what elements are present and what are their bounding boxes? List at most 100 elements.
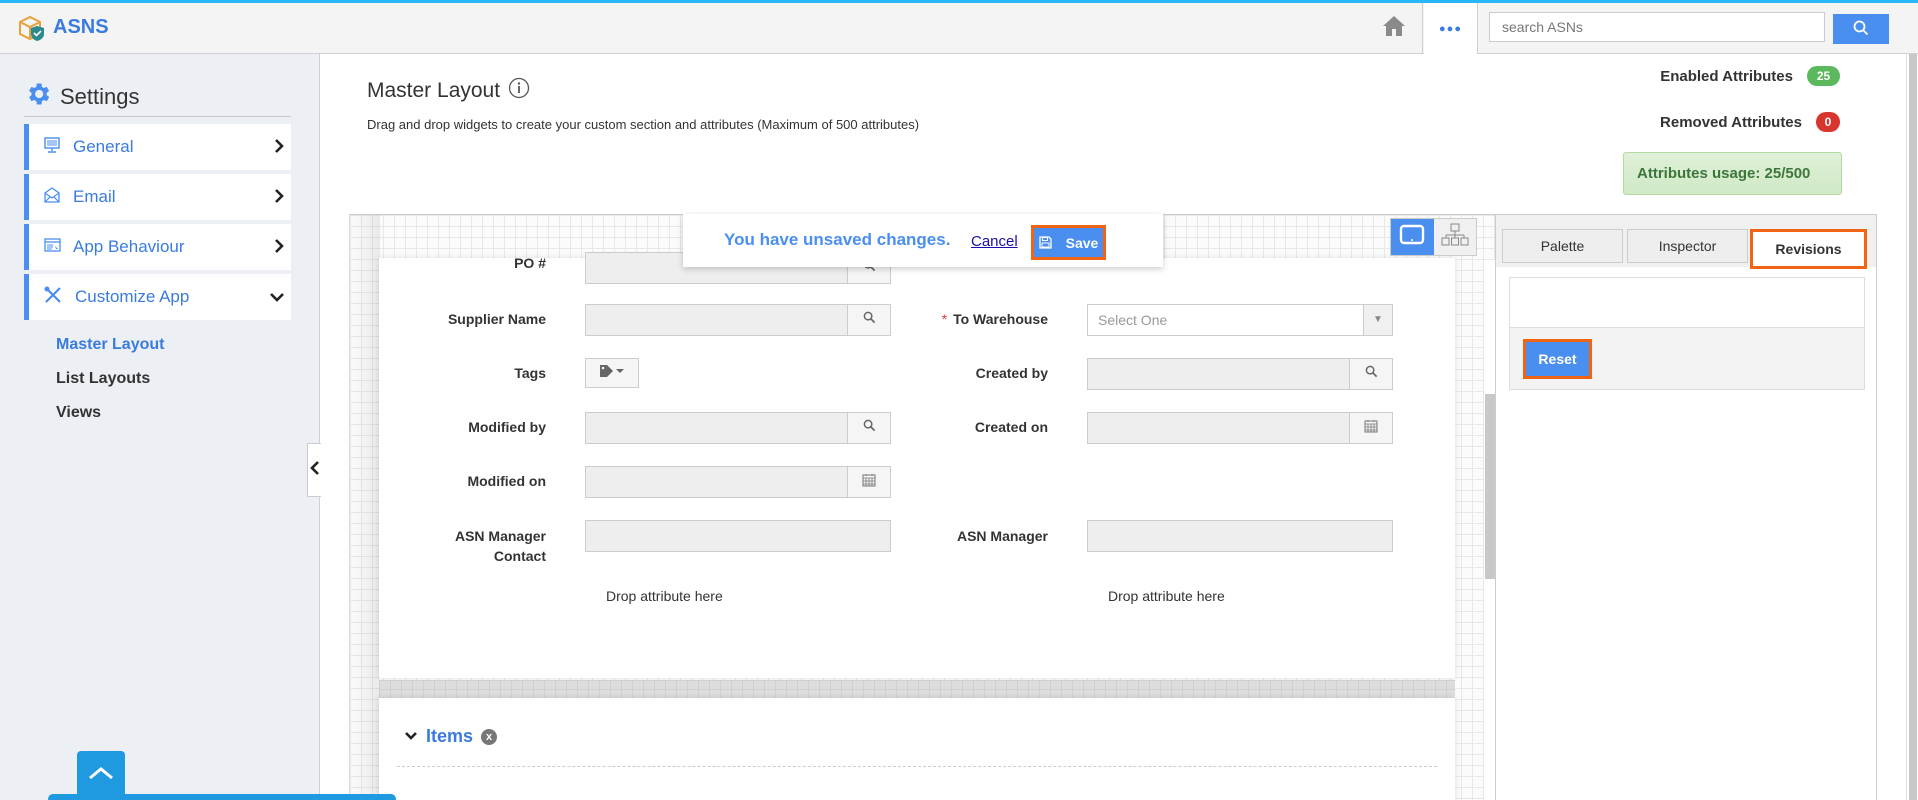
- asn-manager-contact-field[interactable]: [585, 520, 891, 552]
- page-description: Drag and drop widgets to create your cus…: [367, 117, 920, 132]
- field-label-text: To Warehouse: [953, 311, 1048, 327]
- tags-dropdown[interactable]: [585, 358, 639, 388]
- enabled-attributes: Enabled Attributes 25: [1660, 66, 1840, 86]
- removed-attributes[interactable]: Removed Attributes 0: [1660, 112, 1840, 132]
- field-label-supplier-name: Supplier Name: [447, 311, 546, 327]
- app-logo[interactable]: ASNS: [17, 14, 109, 41]
- bottom-toolbar[interactable]: [48, 794, 396, 800]
- sidebar-item-label: Email: [73, 187, 116, 206]
- collapse-sidebar-button[interactable]: [307, 443, 321, 497]
- more-button[interactable]: ●●●: [1424, 3, 1478, 54]
- tab-inspector[interactable]: Inspector: [1627, 229, 1748, 263]
- created-on-field[interactable]: [1087, 412, 1393, 444]
- monitor-icon: [43, 136, 61, 159]
- drop-zone-left[interactable]: Drop attribute here: [606, 588, 723, 604]
- form-section: PO # Supplier Name Tags Modified by Modi…: [379, 252, 1455, 678]
- sidebar: Settings General Email App Behaviour Cus…: [0, 54, 320, 800]
- save-label: Save: [1065, 234, 1099, 251]
- search-icon: [1365, 365, 1378, 383]
- field-label-po: PO #: [514, 255, 546, 271]
- monitor-icon: [1399, 224, 1425, 251]
- sidebar-subitem-master-layout[interactable]: Master Layout: [56, 336, 164, 354]
- lookup-button[interactable]: [1349, 358, 1393, 390]
- panel-tabs: Palette Inspector Revisions: [1496, 215, 1876, 269]
- reset-button[interactable]: Reset: [1523, 339, 1592, 379]
- app-window-icon: [43, 236, 61, 259]
- settings-heading: Settings: [24, 80, 140, 114]
- sidebar-item-label: App Behaviour: [73, 237, 185, 256]
- page-title: Master Layout: [367, 77, 530, 105]
- field-label-to-warehouse: * To Warehouse: [848, 309, 1048, 329]
- asn-manager-field[interactable]: [1087, 520, 1393, 552]
- settings-title: Settings: [60, 84, 140, 109]
- chevron-right-icon: [273, 188, 285, 209]
- tools-icon: [43, 285, 63, 310]
- sidebar-item-general[interactable]: General: [24, 124, 291, 170]
- app-name: ASNS: [53, 15, 109, 38]
- top-bar: ASNS ●●●: [0, 0, 1918, 54]
- chevron-down-icon: [269, 290, 285, 308]
- tab-palette[interactable]: Palette: [1502, 229, 1623, 263]
- chevron-up-icon: [87, 765, 115, 786]
- sidebar-divider: [24, 116, 291, 117]
- field-label-asn-manager: ASN Manager: [956, 528, 1048, 544]
- remove-section-icon[interactable]: x: [481, 728, 498, 745]
- field-label-text: ASN Manager Contact: [454, 528, 546, 564]
- sidebar-item-label: General: [73, 137, 134, 156]
- field-label-modified-by: Modified by: [468, 419, 546, 435]
- unsaved-changes-bar: You have unsaved changes. Cancel Save: [683, 214, 1163, 267]
- search-icon: [1853, 20, 1869, 39]
- info-icon[interactable]: [508, 77, 530, 105]
- search-button[interactable]: [1833, 14, 1889, 44]
- cancel-link[interactable]: Cancel: [971, 233, 1018, 250]
- items-divider: [397, 766, 1437, 767]
- home-button[interactable]: [1365, 3, 1423, 54]
- sidebar-item-email[interactable]: Email: [24, 174, 291, 220]
- supplier-name-field[interactable]: [585, 304, 891, 336]
- hierarchy-view-button[interactable]: [1434, 219, 1477, 255]
- sidebar-item-customize-app[interactable]: Customize App: [24, 274, 291, 320]
- home-icon: [1381, 14, 1407, 43]
- page-scrollbar[interactable]: [1906, 54, 1918, 800]
- canvas-scrollbar[interactable]: [1483, 260, 1496, 800]
- removed-count-badge: 0: [1816, 112, 1840, 132]
- page-scrollbar-thumb[interactable]: [1909, 54, 1917, 800]
- sidebar-item-label: Customize App: [75, 287, 190, 306]
- sidebar-subitem-views[interactable]: Views: [56, 404, 101, 422]
- chevron-down-icon[interactable]: [404, 728, 418, 746]
- modified-on-field[interactable]: [585, 466, 891, 498]
- unsaved-message: You have unsaved changes.: [724, 230, 951, 249]
- to-warehouse-select[interactable]: Select One ▼: [1087, 304, 1393, 336]
- tag-icon: [599, 364, 625, 383]
- field-label-asn-manager-contact: ASN Manager Contact: [346, 526, 546, 566]
- view-toggle: [1390, 218, 1477, 256]
- date-picker-button[interactable]: [847, 466, 891, 498]
- sidebar-item-app-behaviour[interactable]: App Behaviour: [24, 224, 291, 270]
- chevron-right-icon: [273, 238, 285, 259]
- revisions-box: Reset: [1509, 277, 1865, 390]
- sidebar-subitem-list-layouts[interactable]: List Layouts: [56, 370, 150, 388]
- required-marker: *: [941, 311, 948, 327]
- created-by-field[interactable]: [1087, 358, 1393, 390]
- tab-revisions[interactable]: Revisions: [1750, 229, 1867, 269]
- floppy-disk-icon: [1038, 236, 1059, 249]
- items-section-header[interactable]: Items x: [404, 726, 498, 747]
- date-picker-button[interactable]: [1349, 412, 1393, 444]
- desktop-view-button[interactable]: [1391, 219, 1434, 255]
- envelope-icon: [43, 186, 61, 209]
- scroll-to-top-button[interactable]: [77, 751, 125, 800]
- search-input[interactable]: [1489, 12, 1825, 42]
- chevron-right-icon: [273, 138, 285, 159]
- field-label-created-by: Created by: [975, 365, 1048, 381]
- field-label-tags: Tags: [514, 365, 546, 381]
- field-label-modified-on: Modified on: [467, 473, 546, 489]
- package-shield-icon: [17, 14, 47, 41]
- drop-zone-right[interactable]: Drop attribute here: [1108, 588, 1225, 604]
- items-section-title: Items: [426, 726, 474, 746]
- caret-down-icon[interactable]: ▼: [1363, 304, 1393, 336]
- gear-icon: [24, 80, 52, 114]
- modified-by-field[interactable]: [585, 412, 891, 444]
- section-separator: [379, 680, 1455, 698]
- save-button[interactable]: Save: [1031, 225, 1106, 260]
- more-dots-icon: ●●●: [1439, 22, 1462, 35]
